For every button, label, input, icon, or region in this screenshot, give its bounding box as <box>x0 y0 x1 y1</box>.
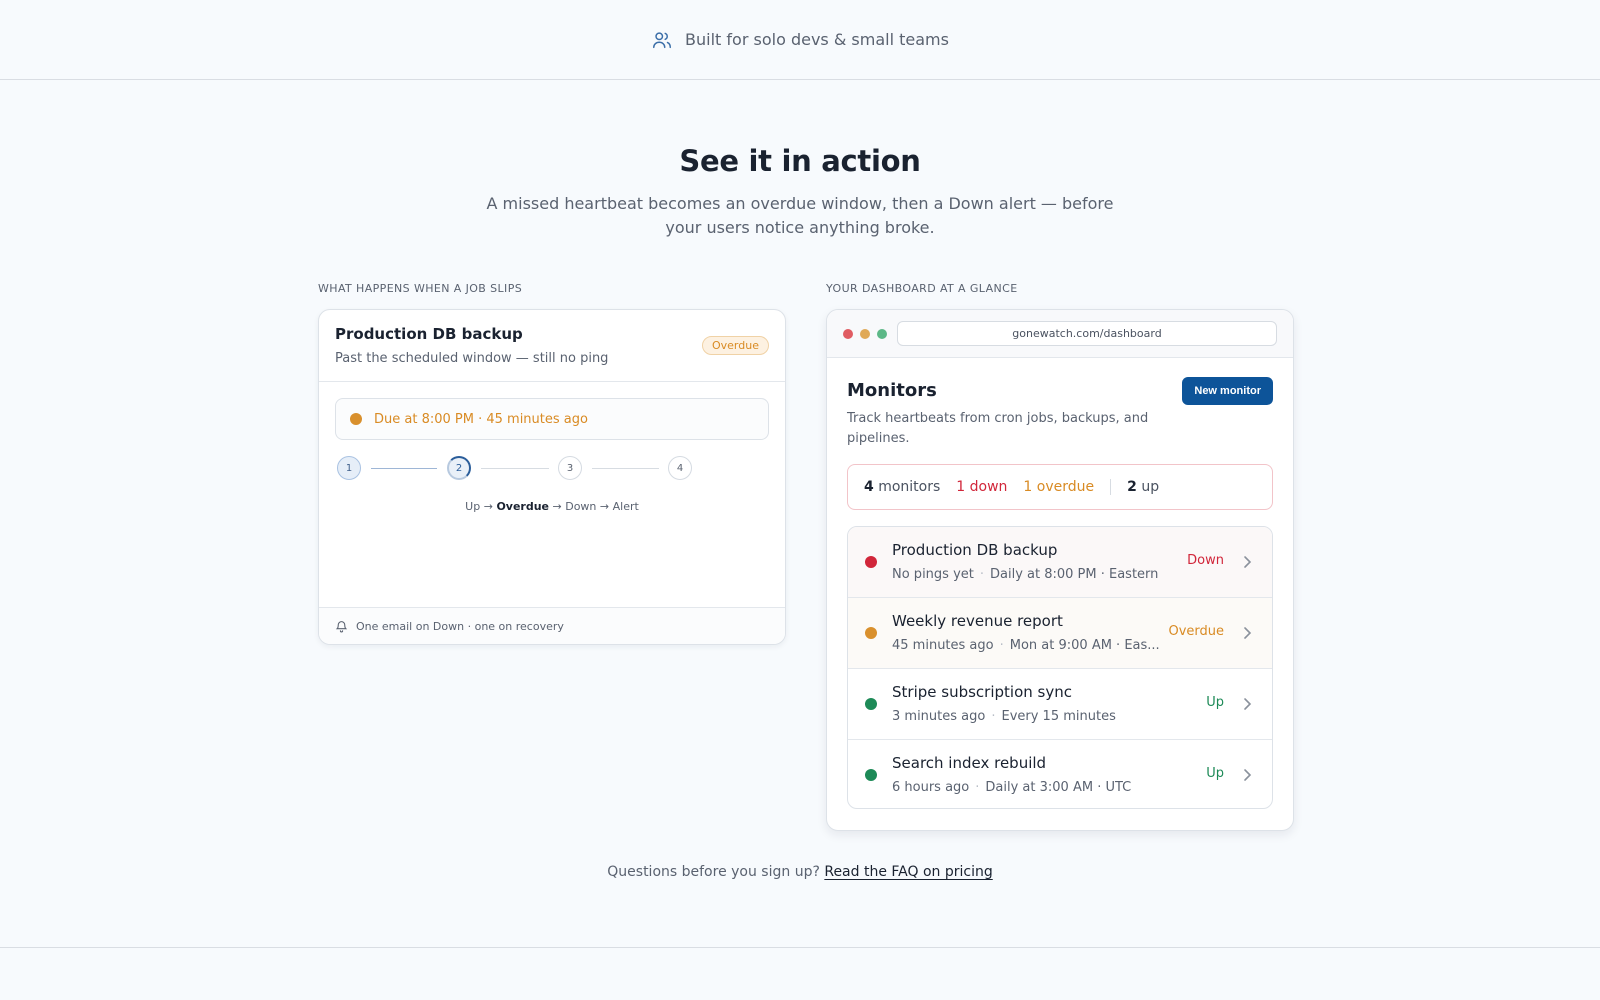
step-2: 2 <box>447 456 471 480</box>
chevron-right-icon <box>1244 556 1252 568</box>
step-connector <box>481 468 549 469</box>
monitor-row[interactable]: Search index rebuild 6 hours ago · Daily a… <box>848 740 1272 808</box>
address-bar[interactable]: gonewatch.com/dashboard <box>897 321 1277 346</box>
summary-overdue: 1 overdue <box>1023 479 1095 495</box>
faq-link[interactable]: Read the FAQ on pricing <box>824 864 992 880</box>
monitor-status: Up <box>1206 695 1224 710</box>
alert-footer: One email on Down · one on recovery <box>319 607 785 644</box>
dashboard-label: YOUR DASHBOARD AT A GLANCE <box>826 282 1018 295</box>
status-dot-up <box>865 769 877 781</box>
state-flow: Up → Overdue → Down → Alert <box>465 500 639 513</box>
step-1: 1 <box>337 456 361 480</box>
monitors-subtitle: Track heartbeats from cron jobs, backups… <box>847 411 1149 446</box>
banner-text: Built for solo devs & small teams <box>685 30 949 49</box>
monitor-name: Search index rebuild <box>892 754 1047 772</box>
chevron-right-icon <box>1244 698 1252 710</box>
step-4: 4 <box>668 456 692 480</box>
minimize-dot-icon <box>860 329 870 339</box>
bell-icon <box>335 620 348 632</box>
chevron-right-icon <box>1244 627 1252 639</box>
chevron-right-icon <box>1244 769 1252 781</box>
job-card-header: Production DB backup Past the scheduled … <box>319 310 785 382</box>
dashboard-preview: gonewatch.com/dashboard Monitors Track h… <box>826 309 1294 831</box>
summary-down: 1 down <box>956 479 1008 495</box>
job-slip-card: Production DB backup Past the scheduled … <box>318 309 786 645</box>
status-dot-overdue <box>865 627 877 639</box>
monitor-list: Production DB backup No pings yet · Daily … <box>847 526 1273 809</box>
summary-up: 2 up <box>1127 479 1160 495</box>
monitor-meta: 45 minutes ago · Mon at 9:00 AM · Eas... <box>892 638 1160 653</box>
monitor-row[interactable]: Weekly revenue report 45 minutes ago · Mon… <box>848 598 1272 669</box>
monitor-row[interactable]: Production DB backup No pings yet · Daily … <box>848 527 1272 598</box>
divider <box>0 947 1600 948</box>
status-badge: Overdue <box>702 336 769 355</box>
monitor-meta: No pings yet · Daily at 8:00 PM · Eastern <box>892 567 1159 582</box>
overdue-dot <box>350 413 362 425</box>
monitor-meta: 3 minutes ago · Every 15 minutes <box>892 709 1116 724</box>
status-dot-up <box>865 698 877 710</box>
monitor-row[interactable]: Stripe subscription sync 3 minutes ago · E… <box>848 669 1272 740</box>
top-banner: Built for solo devs & small teams <box>0 0 1600 80</box>
monitor-status: Overdue <box>1168 624 1224 639</box>
monitor-name: Production DB backup <box>892 541 1058 559</box>
alert-footer-text: One email on Down · one on recovery <box>356 619 564 633</box>
maximize-dot-icon <box>877 329 887 339</box>
job-subtitle: Past the scheduled window — still no pin… <box>335 351 609 366</box>
monitors-title: Monitors <box>847 380 937 401</box>
users-icon <box>653 31 672 48</box>
summary-total: 4 monitors <box>864 479 941 495</box>
due-notice: Due at 8:00 PM · 45 minutes ago <box>335 398 769 440</box>
job-title: Production DB backup <box>335 325 523 343</box>
state-stepper: 1 2 3 4 <box>335 456 695 482</box>
section-title: See it in action <box>679 144 921 178</box>
monitor-summary: 4 monitors 1 down 1 overdue 2 up <box>847 464 1273 510</box>
step-connector <box>592 468 659 469</box>
job-slip-label: WHAT HAPPENS WHEN A JOB SLIPS <box>318 282 523 295</box>
status-dot-down <box>865 556 877 568</box>
monitor-meta: 6 hours ago · Daily at 3:00 AM · UTC <box>892 780 1132 795</box>
step-connector <box>371 468 437 469</box>
monitor-status: Down <box>1187 553 1224 568</box>
monitor-name: Stripe subscription sync <box>892 683 1072 701</box>
close-dot-icon <box>843 329 853 339</box>
monitor-status: Up <box>1206 766 1224 781</box>
due-text: Due at 8:00 PM · 45 minutes ago <box>374 411 588 427</box>
step-3: 3 <box>558 456 582 480</box>
monitor-name: Weekly revenue report <box>892 612 1063 630</box>
section-subtitle: A missed heartbeat becomes an overdue wi… <box>486 194 1114 237</box>
new-monitor-button[interactable]: New monitor <box>1182 377 1273 405</box>
browser-chrome: gonewatch.com/dashboard <box>827 310 1293 358</box>
faq-question: Questions before you sign up? <box>607 864 820 880</box>
faq-prompt: Questions before you sign up? Read the F… <box>0 864 1600 880</box>
summary-divider <box>1110 479 1112 495</box>
